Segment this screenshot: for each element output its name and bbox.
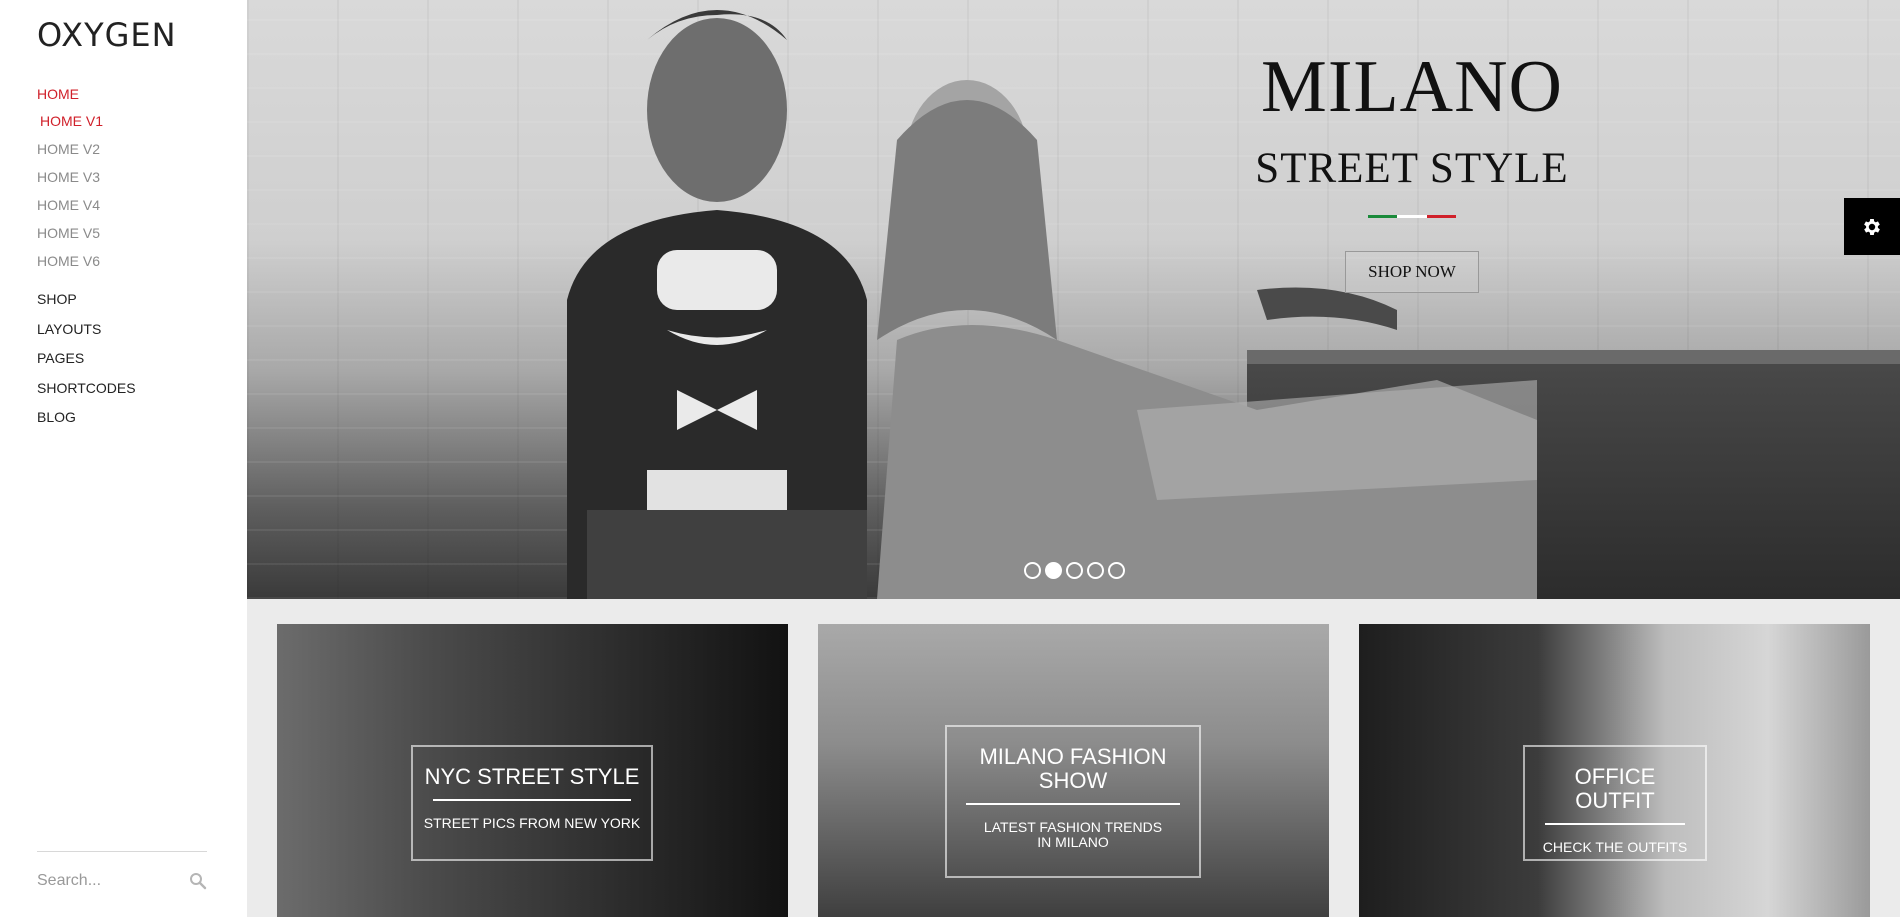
nav-item-shortcodes[interactable]: SHORTCODES (37, 375, 136, 405)
main-nav: HOME HOME V1 HOME V2 HOME V3 HOME V4 HOM… (37, 84, 136, 434)
nav-item-pages[interactable]: PAGES (37, 345, 136, 375)
nav-item-home: HOME HOME V1 HOME V2 HOME V3 HOME V4 HOM… (37, 84, 136, 278)
card-caption-box: MILANO FASHION SHOW LATEST FASHION TREND… (945, 725, 1201, 878)
slider-dot-3[interactable] (1066, 562, 1083, 579)
flag-white-stripe (1397, 215, 1427, 218)
card-title: NYC STREET STYLE (424, 764, 640, 789)
category-section: NYC STREET STYLE STREET PICS FROM NEW YO… (247, 599, 1900, 917)
card-caption-box: OFFICE OUTFIT CHECK THE OUTFITS (1523, 745, 1707, 861)
submenu-item-home-v6[interactable]: HOME V6 (37, 250, 136, 278)
submenu-item-home-v2[interactable]: HOME V2 (37, 138, 136, 166)
card-subtitle: CHECK THE OUTFITS (1542, 838, 1688, 855)
nav-item-blog[interactable]: BLOG (37, 404, 136, 434)
card-nyc-street-style[interactable]: NYC STREET STYLE STREET PICS FROM NEW YO… (277, 624, 788, 917)
hero-model-man-image (567, 10, 867, 599)
nav-item-shop[interactable]: SHOP (37, 286, 136, 316)
slider-dot-2[interactable] (1045, 562, 1062, 579)
card-caption-box: NYC STREET STYLE STREET PICS FROM NEW YO… (411, 745, 653, 861)
hero-subtitle: STREET STYLE (1255, 145, 1569, 192)
submenu-item-home-v5[interactable]: HOME V5 (37, 222, 136, 250)
slider-dot-4[interactable] (1087, 562, 1104, 579)
slider-dot-5[interactable] (1108, 562, 1125, 579)
italian-flag-divider (1368, 215, 1456, 218)
gear-icon (1864, 218, 1880, 235)
card-title: OFFICE OUTFIT (1574, 764, 1656, 813)
sidebar-search (37, 851, 207, 890)
flag-green-stripe (1368, 215, 1398, 218)
search-icon[interactable] (189, 872, 207, 890)
sidebar: OXYGEN HOME HOME V1 HOME V2 HOME V3 HOME… (0, 0, 247, 917)
hero-title: MILANO (1261, 46, 1563, 128)
card-subtitle: LATEST FASHION TRENDS IN MILANO (983, 818, 1163, 850)
card-divider (433, 798, 631, 801)
card-divider (966, 802, 1180, 805)
shop-now-button[interactable]: SHOP NOW (1345, 251, 1479, 293)
submenu-item-home-v3[interactable]: HOME V3 (37, 166, 136, 194)
submenu-item-home-v4[interactable]: HOME V4 (37, 194, 136, 222)
nav-home-link[interactable]: HOME (37, 84, 136, 110)
card-office-outfit[interactable]: OFFICE OUTFIT CHECK THE OUTFITS (1359, 624, 1870, 917)
submenu-item-home-v1[interactable]: HOME V1 (37, 110, 136, 138)
card-title: MILANO FASHION SHOW (979, 744, 1167, 793)
card-subtitle: STREET PICS FROM NEW YORK (423, 814, 641, 831)
home-submenu: HOME V1 HOME V2 HOME V3 HOME V4 HOME V5 … (37, 110, 136, 278)
slider-dot-1[interactable] (1024, 562, 1041, 579)
nav-spacer (37, 278, 136, 286)
hero-caption: MILANO STREET STYLE SHOP NOW (1147, 50, 1677, 293)
hero-slider: MILANO STREET STYLE SHOP NOW (247, 0, 1900, 599)
search-input[interactable] (37, 872, 177, 890)
card-divider (1545, 822, 1685, 825)
settings-button[interactable] (1844, 198, 1900, 255)
logo[interactable]: OXYGEN (37, 16, 177, 54)
slider-pagination (1024, 562, 1125, 579)
card-milano-fashion-show[interactable]: MILANO FASHION SHOW LATEST FASHION TREND… (818, 624, 1329, 917)
flag-red-stripe (1426, 215, 1456, 218)
nav-item-layouts[interactable]: LAYOUTS (37, 316, 136, 346)
